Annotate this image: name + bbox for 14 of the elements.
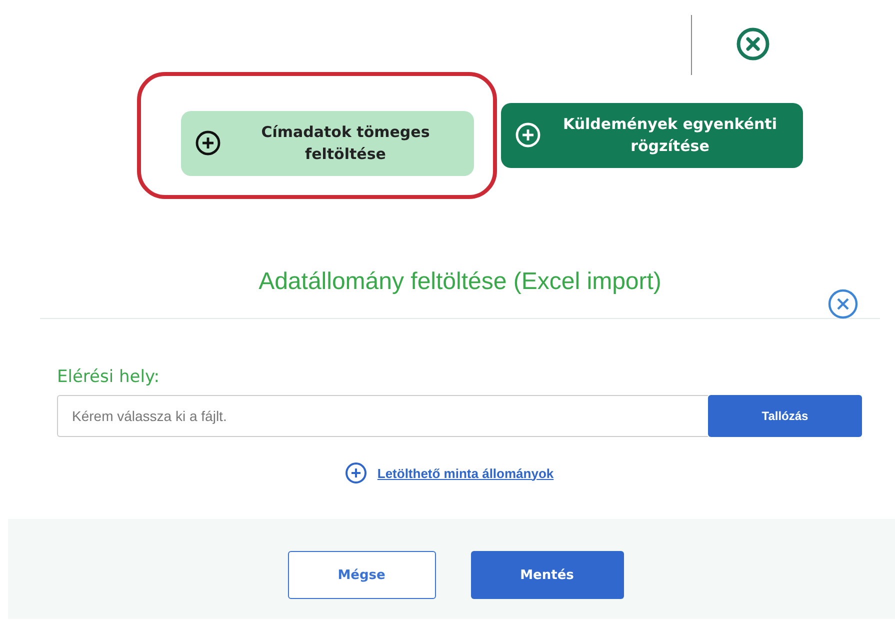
close-icon[interactable]	[736, 27, 770, 61]
field-label: Elérési hely:	[57, 367, 160, 389]
plus-circle-icon	[195, 130, 221, 156]
plus-circle-icon	[515, 122, 541, 148]
upload-option-button[interactable]: Küldemények egyenkénti rögzítése	[501, 102, 803, 168]
plus-circle-icon	[345, 462, 368, 484]
save-button[interactable]: Mentés	[470, 551, 624, 599]
sample-files-link[interactable]: Letölthető minta állományok	[377, 466, 554, 480]
file-path-field[interactable]: Kérem válassza ki a fájlt.	[57, 395, 708, 437]
browse-button[interactable]: Tallózás	[708, 395, 862, 437]
cancel-button[interactable]: Mégse	[288, 551, 436, 599]
close-icon[interactable]	[827, 288, 859, 320]
upload-option-button[interactable]: Címadatok tömeges feltöltése	[181, 110, 474, 176]
dialog-title: Adatállomány feltöltése (Excel import)	[258, 267, 662, 297]
